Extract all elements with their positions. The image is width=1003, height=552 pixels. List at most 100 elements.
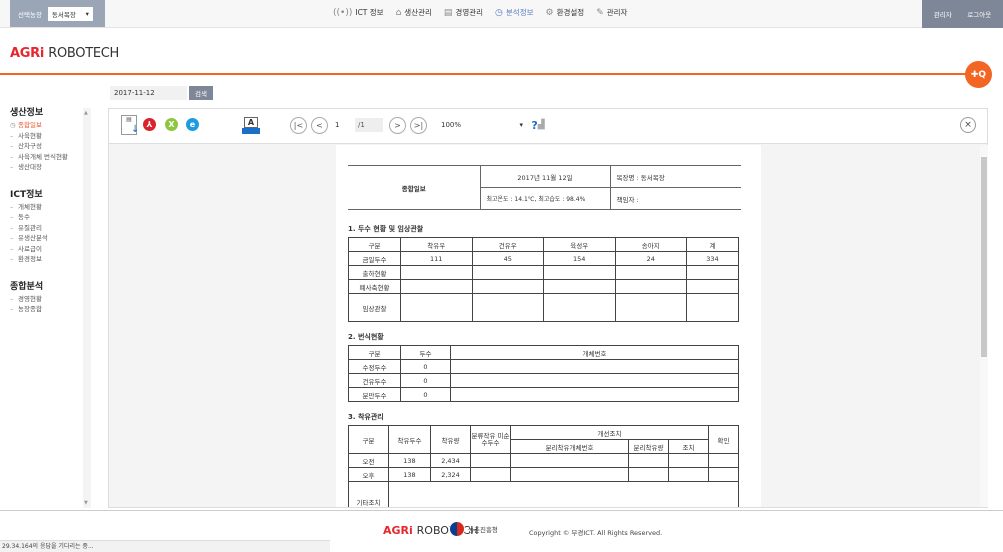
next-page-button[interactable]: > <box>389 117 406 134</box>
pdf-export-icon[interactable]: ⅄ <box>143 118 156 131</box>
nav-label: 분석정보 <box>505 8 534 17</box>
sidebar-item-label: 농장종합 <box>18 305 42 313</box>
table-row: 건유두수 0 <box>348 373 739 388</box>
sidebar-item-label: 유질관리 <box>18 223 42 232</box>
col-header: 두수 <box>400 345 451 360</box>
sidebar-item-herd-status[interactable]: – 사육현황 <box>10 131 90 142</box>
table-cell: 0 <box>400 359 451 374</box>
prev-page-button[interactable]: < <box>311 117 328 134</box>
table-cell <box>708 467 739 482</box>
sidebar-section-analysis: 종합분석 – 경영현황 – 농장종합 <box>0 279 90 315</box>
wifi-icon: ((•)) <box>333 7 353 18</box>
search-button[interactable]: 검색 <box>189 86 213 100</box>
nav-management[interactable]: ▤ 경영관리 <box>444 7 483 18</box>
nav-analysis[interactable]: ◷ 분석정보 <box>495 7 533 18</box>
gear-icon: ⚙ <box>545 7 554 18</box>
person-icon: ▟ <box>537 120 545 130</box>
sidebar-item-count[interactable]: – 동수 <box>10 212 90 223</box>
table-row: 분만두수 0 <box>348 387 739 402</box>
nav-label: ICT 정보 <box>355 8 384 17</box>
page-number-input[interactable]: 1 <box>335 118 353 132</box>
table-cell <box>614 265 687 280</box>
first-page-button[interactable]: |< <box>290 117 307 134</box>
col-header: 건유우 <box>471 237 544 252</box>
hwp-export-icon[interactable]: e <box>186 118 199 131</box>
admin-link[interactable]: 관리자 <box>934 9 952 19</box>
nav-label: 생산관리 <box>404 8 432 17</box>
sidebar-scrollbar[interactable] <box>83 108 91 508</box>
table-row: 기타조치 <box>348 481 739 507</box>
col-header: 구분 <box>348 237 401 252</box>
table-cell: 0 <box>400 373 451 388</box>
sidebar-item-parity[interactable]: – 산차구성 <box>10 141 90 152</box>
sidebar-item-milk-quality[interactable]: – 유질관리 <box>10 223 90 234</box>
top-bar: 선택농장 동서목장 ▾ ((•)) ICT 정보 ⌂ 생산관리 ▤ 경영관리 ◷ 분석정… <box>0 0 1003 28</box>
main-nav: ((•)) ICT 정보 ⌂ 생산관리 ▤ 경영관리 ◷ 분석정보 ⚙ 환경설정 ✎ 관리자 <box>333 7 627 18</box>
table-cell <box>708 453 739 468</box>
table-cell <box>668 453 709 468</box>
table-cell: 24 <box>614 251 687 266</box>
table-cell: 폐사축현황 <box>348 279 401 294</box>
logout-link[interactable]: 로그아웃 <box>967 9 991 19</box>
nav-ict-info[interactable]: ((•)) ICT 정보 <box>333 7 384 18</box>
section2-title: 2. 번식현황 <box>348 333 384 341</box>
scroll-up-icon[interactable]: ▲ <box>84 110 88 116</box>
sidebar-section-production: 생산정보 ◷ 종합일보 – 사육현황 – 산차구성 – 사육개체 번식현황 – 생산대장 <box>0 105 90 173</box>
table-cell <box>686 279 739 294</box>
agri-robotech-logo[interactable]: AGRi ROBOTECH <box>10 46 119 61</box>
gov-emblem-icon <box>449 521 465 537</box>
nav-settings[interactable]: ⚙ 환경설정 <box>546 7 585 18</box>
table-header-row: 구분 착유우 건유우 육성우 송아지 계 <box>348 237 739 252</box>
viewer-scrollbar[interactable] <box>980 145 988 507</box>
sidebar-item-breeding[interactable]: – 사육개체 번식현황 <box>10 152 90 163</box>
table-cell: 기타조치 <box>348 481 389 507</box>
sidebar-item-feeding[interactable]: – 사료급이 <box>10 244 90 255</box>
table-row: 금일두수 111 45 154 24 334 <box>348 251 739 266</box>
sidebar-item-label: 환경정보 <box>18 255 42 263</box>
excel-export-icon[interactable]: X <box>165 118 178 131</box>
sidebar-section-title: ICT정보 <box>10 189 43 200</box>
zoom-search-fab[interactable]: ✚Q <box>965 61 992 88</box>
sidebar-item-individual[interactable]: – 개체현황 <box>10 202 90 213</box>
report-page: 종합일보 2017년 11월 12일 목장명 : 동서목장 최고온도 : 14.… <box>336 145 761 507</box>
arrow-down-icon: ↓ <box>131 124 140 135</box>
sidebar-item-farm-summary[interactable]: – 농장종합 <box>10 304 90 315</box>
header-divider <box>0 73 975 75</box>
farm-select[interactable]: 동서목장 ▾ <box>47 6 93 21</box>
sidebar-item-milk-analysis[interactable]: – 유생산분석 <box>10 233 90 244</box>
table-cell <box>400 293 473 322</box>
sidebar-item-environment[interactable]: – 환경정보 <box>10 254 90 265</box>
last-page-button[interactable]: >| <box>410 117 427 134</box>
breeding-table: 구분 두수 개체번호 수정두수 0 건유두수 0 분만두수 0 <box>348 345 739 402</box>
sidebar-item-business[interactable]: – 경영현황 <box>10 294 90 305</box>
report-date: 2017년 11월 12일 <box>479 165 611 188</box>
sidebar-item-daily-report[interactable]: ◷ 종합일보 <box>10 120 90 131</box>
close-viewer-button[interactable]: × <box>960 117 976 133</box>
viewer-toolbar: ▤ ↓ ⅄ X e A |< < 1 /1 > >| 100% ▾ ? ▟ × <box>109 109 987 144</box>
scroll-down-icon[interactable]: ▼ <box>84 500 88 506</box>
sidebar-item-label: 사육현황 <box>18 131 42 140</box>
table-cell <box>470 467 511 482</box>
table-cell <box>686 293 739 322</box>
table-row: 폐사축현황 <box>348 279 739 294</box>
browser-status-bar: 29.34.164의 응답을 기다리는 중... <box>0 540 330 552</box>
table-cell: 334 <box>686 251 739 266</box>
report-title: 종합일보 <box>348 165 481 210</box>
date-input[interactable] <box>110 86 187 100</box>
nav-production[interactable]: ⌂ 생산관리 <box>396 7 432 18</box>
sidebar-item-label: 유생산분석 <box>18 234 48 242</box>
caret-down-icon: ▾ <box>519 121 523 129</box>
milking-table: 구분 착유두수 착유량 분류작유 미순수두수 개선조치 확인 분리착유개체번호 … <box>348 425 739 507</box>
help-icon[interactable]: ? ▟ <box>529 114 547 136</box>
dash-icon: – <box>10 152 14 161</box>
print-icon[interactable]: A <box>242 115 260 135</box>
col-header: 개선조치 <box>510 425 709 440</box>
report-viewer: ▤ ↓ ⅄ X e A |< < 1 /1 > >| 100% ▾ ? ▟ × 종… <box>108 108 988 508</box>
col-header: 계 <box>686 237 739 252</box>
zoom-select[interactable]: 100% ▾ <box>441 118 523 132</box>
sidebar-item-ledger[interactable]: – 생산대장 <box>10 162 90 173</box>
table-cell: 오후 <box>348 467 389 482</box>
viewer-scroll-thumb[interactable] <box>981 157 987 357</box>
nav-admin[interactable]: ✎ 관리자 <box>596 7 627 18</box>
farm-selector-box: 선택농장 동서목장 ▾ <box>10 0 105 27</box>
